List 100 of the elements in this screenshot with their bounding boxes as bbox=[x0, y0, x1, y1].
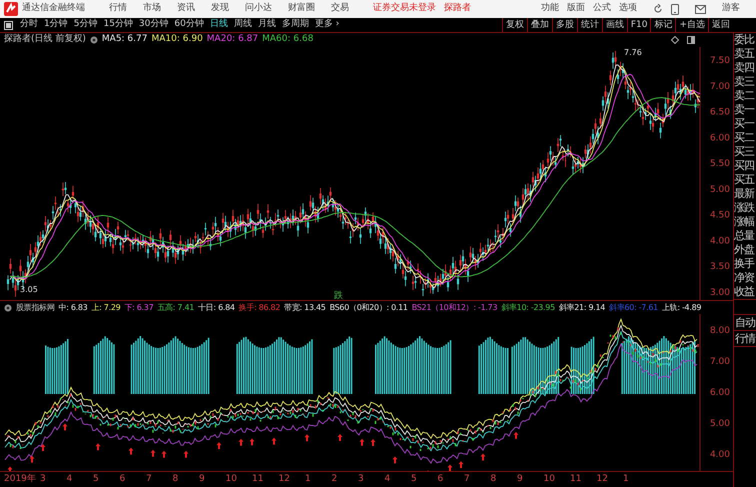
period-tab[interactable]: 日线 bbox=[206, 18, 231, 32]
toolbar-button[interactable]: 返回 bbox=[708, 18, 733, 32]
date-label: 5 bbox=[411, 474, 417, 484]
toolbar-button[interactable]: 多股 bbox=[552, 18, 577, 32]
quote-label: 卖四 bbox=[734, 61, 755, 75]
date-label: 1 bbox=[623, 474, 629, 484]
period-tab[interactable]: 更多 › bbox=[312, 18, 342, 32]
date-label: 7 bbox=[146, 474, 152, 484]
period-tab[interactable]: 15分钟 bbox=[100, 18, 136, 32]
indicator-value: 上: 7.29 bbox=[91, 302, 120, 314]
menu-item[interactable]: 发现 bbox=[211, 2, 229, 16]
indicator-value: 上轨: -4.89 bbox=[662, 302, 702, 314]
quote-label: 买四 bbox=[734, 159, 755, 173]
indicator-value: 换手: 86.82 bbox=[238, 302, 280, 314]
quote-label: 外盘 bbox=[734, 243, 756, 257]
stock-name-link[interactable]: 探路者 bbox=[444, 2, 471, 16]
axis-label: 7.00 bbox=[710, 357, 730, 367]
date-label: 4 bbox=[384, 474, 390, 484]
side-button[interactable]: 行情 bbox=[734, 331, 756, 347]
axis-label: 4.50 bbox=[710, 210, 730, 220]
menu-item[interactable]: 交易 bbox=[331, 2, 349, 16]
refresh-icon[interactable] bbox=[653, 4, 663, 14]
axis-label: 5.00 bbox=[710, 184, 730, 195]
indicator-value: 十日: 6.84 bbox=[198, 302, 235, 314]
quote-label: 卖五 bbox=[734, 47, 756, 61]
period-tab[interactable]: 30分钟 bbox=[136, 18, 172, 32]
quote-label: 换手 bbox=[734, 257, 756, 271]
quote-label: 净资 bbox=[734, 271, 756, 285]
axis-label: 6.00 bbox=[710, 388, 730, 398]
mail-icon[interactable] bbox=[695, 4, 706, 14]
login-status[interactable]: 证券交易未登录 bbox=[373, 2, 436, 16]
quote-label: 涨跌 bbox=[734, 201, 756, 215]
date-label: 2019年 bbox=[4, 474, 36, 484]
quote-label: 买三 bbox=[734, 145, 756, 159]
toolbar-button[interactable]: F10 bbox=[626, 18, 650, 32]
ma-legend-value: MA20: 6.87 bbox=[206, 33, 258, 46]
period-tab[interactable]: 多周期 bbox=[278, 18, 312, 32]
phone-icon[interactable] bbox=[671, 4, 679, 14]
date-label: 7 bbox=[464, 474, 470, 484]
quote-label: 总量 bbox=[734, 229, 756, 243]
axis-label: 8.00 bbox=[710, 326, 730, 336]
panel-icon[interactable] bbox=[687, 36, 695, 44]
diamond-icon[interactable] bbox=[671, 36, 679, 44]
date-label: 3 bbox=[358, 474, 364, 484]
menu-item[interactable]: 版面 bbox=[567, 2, 585, 16]
indicator-value: 斜率10: -23.95 bbox=[501, 302, 555, 314]
axis-label: 5.00 bbox=[710, 419, 730, 429]
date-label: 11 bbox=[570, 474, 582, 484]
menu-item[interactable]: 功能 bbox=[541, 2, 559, 16]
quote-label: 委比 bbox=[734, 33, 756, 47]
date-label: 4 bbox=[66, 474, 72, 484]
side-button[interactable]: 自动 bbox=[734, 315, 756, 331]
indicator-value: 斜率21: 9.14 bbox=[558, 302, 606, 314]
toolbar-button[interactable]: 画线 bbox=[602, 18, 627, 32]
axis-label: 7.50 bbox=[710, 56, 730, 66]
date-label: 9 bbox=[517, 474, 523, 484]
date-label: 1 bbox=[305, 474, 311, 484]
chart-title: 探路者(日线 前复权) bbox=[4, 33, 86, 46]
quote-label: 买二 bbox=[734, 131, 756, 145]
toolbar-button[interactable]: 叠加 bbox=[526, 18, 552, 32]
menu-item[interactable]: 资讯 bbox=[177, 2, 195, 16]
panel-toggle-icon[interactable] bbox=[4, 20, 13, 30]
toolbar-button[interactable]: 复权 bbox=[502, 18, 527, 32]
date-label: 8 bbox=[172, 474, 178, 484]
menu-item[interactable]: 公式 bbox=[593, 2, 611, 16]
indicator-value: 下: 6.37 bbox=[124, 302, 154, 314]
period-tab[interactable]: 月线 bbox=[254, 18, 279, 32]
period-tab[interactable]: 周线 bbox=[230, 18, 255, 32]
period-tab[interactable]: 1分钟 bbox=[41, 18, 71, 32]
axis-label: 7.00 bbox=[710, 82, 730, 92]
toolbar-button[interactable]: 标记 bbox=[650, 18, 676, 32]
quote-label: 涨幅 bbox=[734, 215, 756, 229]
axis-label: 6.50 bbox=[710, 108, 730, 118]
menu-item[interactable]: 行情 bbox=[109, 2, 127, 16]
date-label: 5 bbox=[93, 474, 99, 484]
menu-item[interactable]: 市场 bbox=[143, 2, 161, 16]
settings-icon[interactable] bbox=[90, 36, 98, 44]
period-tab[interactable]: 60分钟 bbox=[171, 18, 207, 32]
axis-label: 4.00 bbox=[710, 236, 730, 246]
high-price-label: 7.76 bbox=[624, 48, 642, 57]
app-title: 通达信金融终端 bbox=[22, 2, 85, 16]
settings-icon[interactable] bbox=[4, 304, 12, 312]
quote-label: 收益 bbox=[734, 285, 756, 299]
signal-label: 跌 bbox=[334, 291, 343, 300]
period-tab[interactable]: 5分钟 bbox=[70, 18, 100, 32]
axis-label: 5.50 bbox=[710, 159, 730, 169]
menu-item[interactable]: 选项 bbox=[619, 2, 637, 16]
indicator-value: 五高: 7.41 bbox=[157, 302, 194, 314]
menu-item[interactable]: 问小达 bbox=[245, 2, 272, 16]
ma-legend-value: MA60: 6.68 bbox=[262, 33, 314, 46]
toolbar-button[interactable]: 统计 bbox=[576, 18, 602, 32]
date-label: 12 bbox=[278, 474, 290, 484]
quote-label: 卖二 bbox=[734, 89, 756, 103]
period-tab[interactable]: 分时 bbox=[17, 18, 41, 32]
menu-item[interactable]: 财富圈 bbox=[288, 2, 315, 16]
axis-label: 4.00 bbox=[710, 450, 730, 460]
quote-label: 最新 bbox=[734, 187, 756, 201]
user-label[interactable]: 游客 bbox=[722, 2, 740, 16]
toolbar-button[interactable]: +自选 bbox=[675, 18, 708, 32]
indicator-value: 斜率60: -7.61 bbox=[609, 302, 658, 314]
